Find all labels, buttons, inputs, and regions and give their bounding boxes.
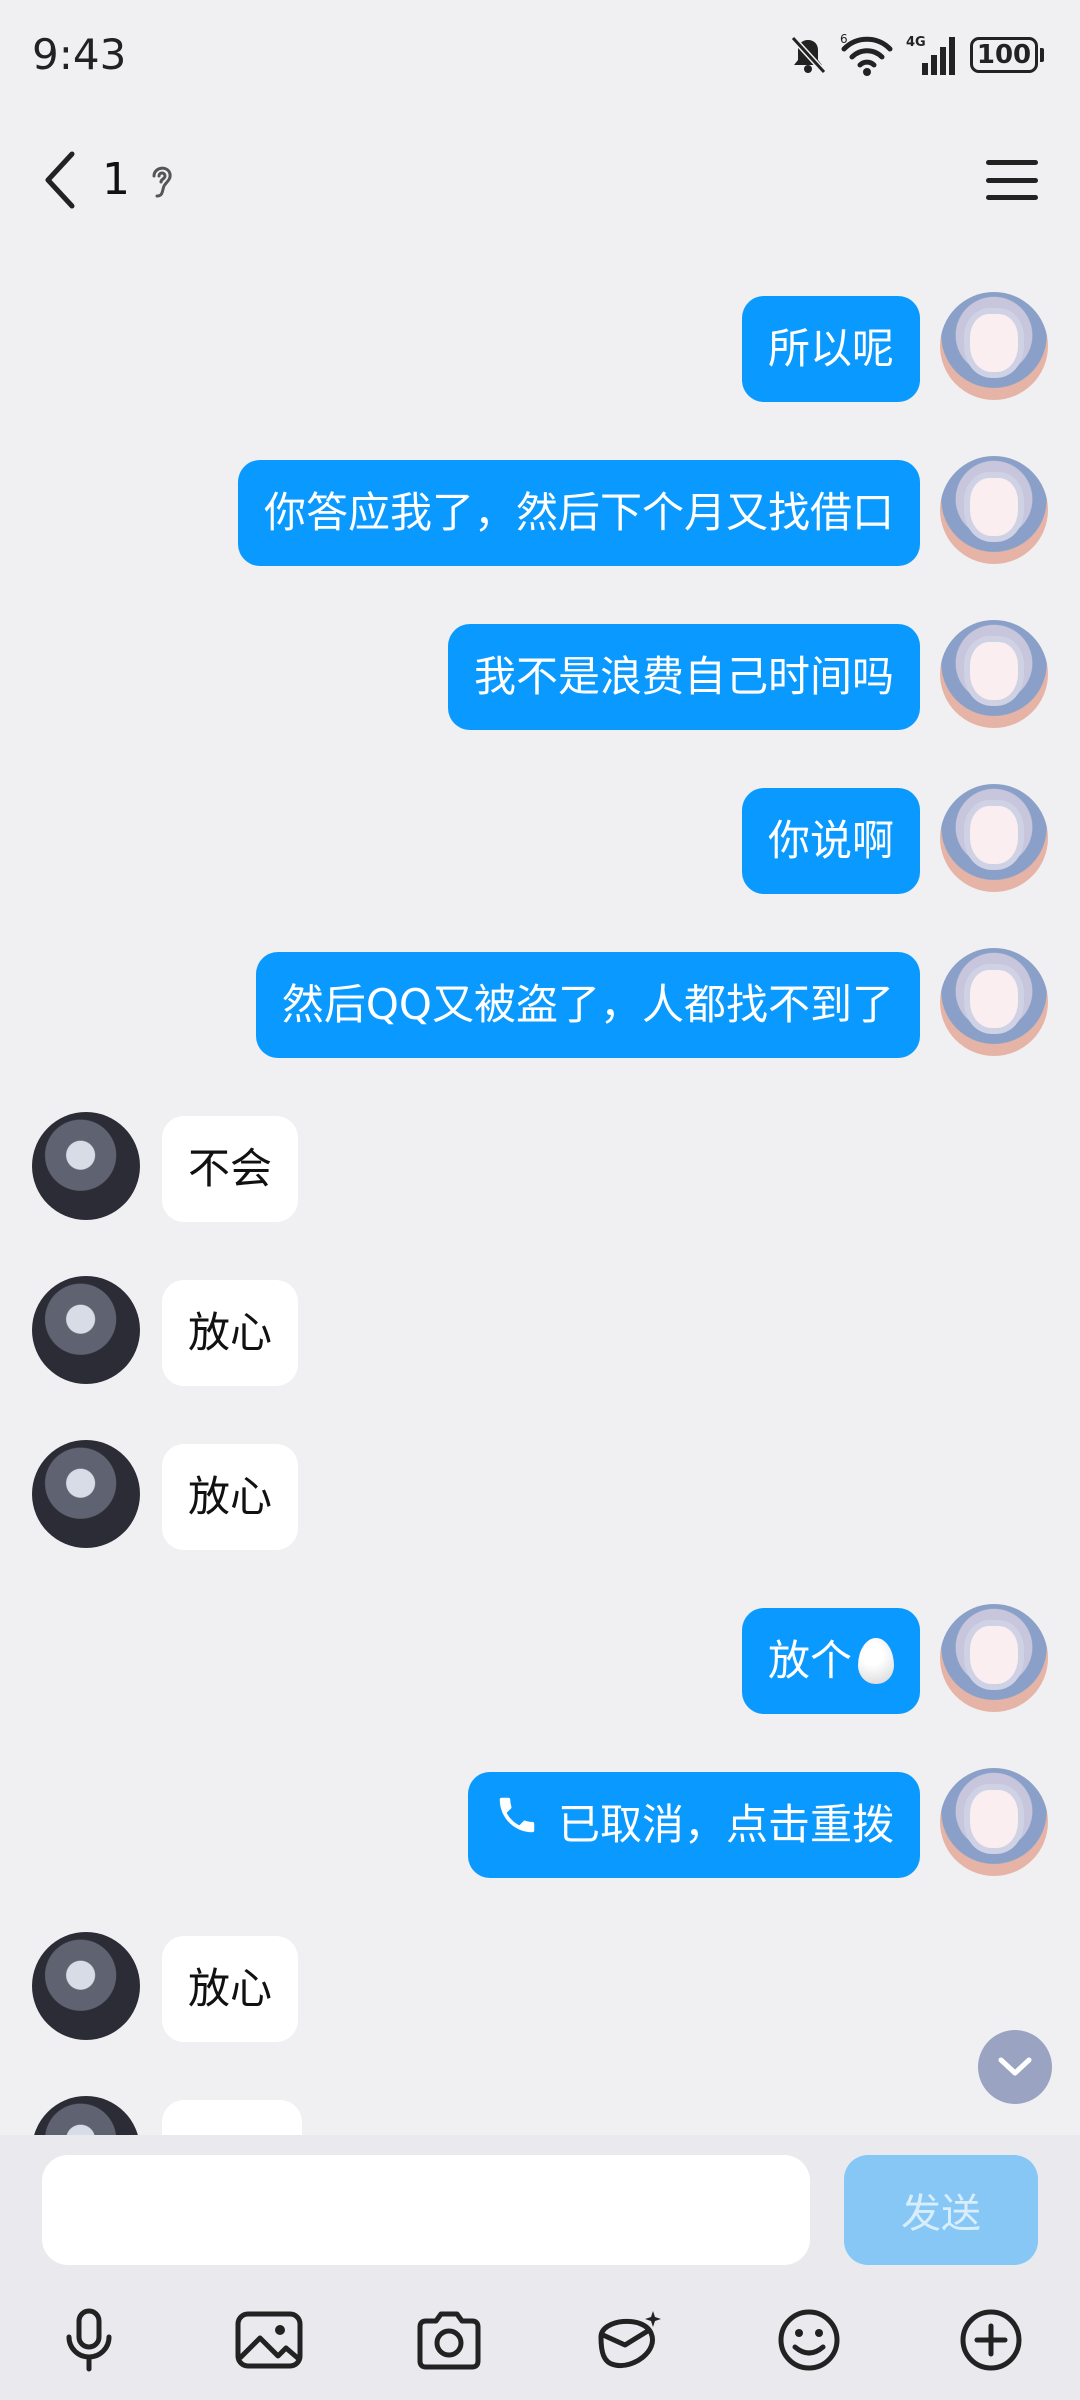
message-input[interactable] (42, 2155, 810, 2265)
message-bubble[interactable]: 放心 (162, 1936, 299, 2042)
phone-icon (494, 1771, 540, 1877)
svg-text:6: 6 (840, 33, 848, 46)
avatar-self[interactable] (940, 1604, 1048, 1712)
message-bubble[interactable] (162, 2100, 302, 2135)
microphone-icon (66, 2308, 112, 2372)
avatar-contact[interactable] (32, 2096, 140, 2135)
message-row: 你说啊 (0, 784, 1080, 894)
message-bubble[interactable]: 我不是浪费自己时间吗 (447, 624, 920, 730)
message-row: 放心 (0, 1932, 1080, 2042)
message-text: 我不是浪费自己时间吗 (473, 652, 894, 701)
message-row: 放心 (0, 1440, 1080, 1550)
scroll-to-bottom-button[interactable] (978, 2030, 1052, 2104)
message-row (0, 2096, 1080, 2135)
message-bubble[interactable]: 然后QQ又被盗了，人都找不到了 (255, 952, 920, 1058)
message-bubble[interactable]: 所以呢 (741, 296, 920, 402)
chat-title[interactable]: 1 (102, 154, 130, 205)
message-text: 然后QQ又被盗了，人都找不到了 (281, 980, 894, 1029)
plus-icon (960, 2309, 1022, 2371)
message-bubble[interactable]: 你说啊 (741, 788, 920, 894)
battery-icon: 100 (970, 37, 1044, 73)
battery-level: 100 (970, 37, 1038, 73)
cellular-signal-icon: 4G (906, 35, 955, 75)
message-text: 放心 (188, 1472, 273, 1521)
more-button[interactable] (946, 2295, 1036, 2385)
egg-emoji-icon (858, 1637, 894, 1684)
avatar-contact[interactable] (32, 1440, 140, 1548)
avatar-contact[interactable] (32, 1276, 140, 1384)
avatar-self[interactable] (940, 1768, 1048, 1876)
voice-button[interactable] (44, 2295, 134, 2385)
status-icons: 6 4G 100 (788, 30, 1044, 80)
message-bubble[interactable]: 放心 (162, 1280, 299, 1386)
message-text: 你答应我了，然后下个月又找借口 (263, 488, 894, 537)
message-bubble[interactable]: 不会 (162, 1116, 299, 1222)
emoji-button[interactable] (764, 2295, 854, 2385)
message-row: 所以呢 (0, 292, 1080, 402)
avatar-self[interactable] (940, 620, 1048, 728)
message-text: 已取消，点击重拨 (557, 1800, 894, 1849)
composer-toolbar (0, 2295, 1080, 2385)
chat-screen: 所以呢 你答应我了，然后下个月又找借口 我不是浪费自己时间吗 你说啊 然后QQ又… (0, 0, 1080, 2400)
send-button[interactable]: 发送 (844, 2155, 1038, 2265)
message-row: 已取消，点击重拨 (0, 1768, 1080, 1878)
avatar-self[interactable] (940, 456, 1048, 564)
back-button[interactable] (30, 148, 90, 212)
message-list[interactable]: 所以呢 你答应我了，然后下个月又找借口 我不是浪费自己时间吗 你说啊 然后QQ又… (0, 0, 1080, 2135)
message-bubble[interactable]: 你答应我了，然后下个月又找借口 (237, 460, 920, 566)
message-row: 放心 (0, 1276, 1080, 1386)
camera-icon (417, 2311, 481, 2370)
chevron-left-icon (45, 151, 75, 209)
wifi-icon: 6 (840, 33, 893, 76)
message-row: 放个 (0, 1604, 1080, 1714)
message-text: 所以呢 (767, 324, 894, 373)
message-text: 放心 (188, 1308, 273, 1357)
chevron-down-icon (998, 2057, 1032, 2076)
earpiece-mode-icon[interactable] (146, 160, 176, 200)
status-bar: 9:43 6 4G 100 (0, 0, 1080, 115)
red-packet-button[interactable] (584, 2295, 674, 2385)
message-bubble[interactable]: 放心 (162, 1444, 299, 1550)
avatar-contact[interactable] (32, 1932, 140, 2040)
message-row: 不会 (0, 1112, 1080, 1222)
message-row: 然后QQ又被盗了，人都找不到了 (0, 948, 1080, 1058)
avatar-contact[interactable] (32, 1112, 140, 1220)
status-time: 9:43 (32, 30, 127, 79)
message-text: 不会 (188, 1144, 273, 1193)
avatar-self[interactable] (940, 292, 1048, 400)
red-packet-icon (598, 2311, 661, 2369)
chat-header: 1 (0, 130, 1080, 230)
composer: 发送 (0, 2135, 1080, 2400)
message-text: 放个 (767, 1636, 852, 1685)
avatar-self[interactable] (940, 948, 1048, 1056)
svg-text:4G: 4G (906, 35, 926, 50)
avatar-self[interactable] (940, 784, 1048, 892)
call-record-bubble[interactable]: 已取消，点击重拨 (467, 1771, 920, 1878)
camera-button[interactable] (404, 2295, 494, 2385)
menu-icon (986, 160, 1038, 165)
message-row: 你答应我了，然后下个月又找借口 (0, 456, 1080, 566)
emoji-icon (778, 2309, 840, 2371)
album-button[interactable] (224, 2295, 314, 2385)
message-text: 放心 (188, 1964, 273, 2013)
menu-button[interactable] (984, 154, 1040, 206)
message-bubble[interactable]: 放个 (741, 1608, 920, 1714)
message-row: 我不是浪费自己时间吗 (0, 620, 1080, 730)
image-icon (235, 2311, 303, 2369)
mute-bell-icon (790, 35, 827, 75)
message-text: 你说啊 (767, 816, 894, 865)
